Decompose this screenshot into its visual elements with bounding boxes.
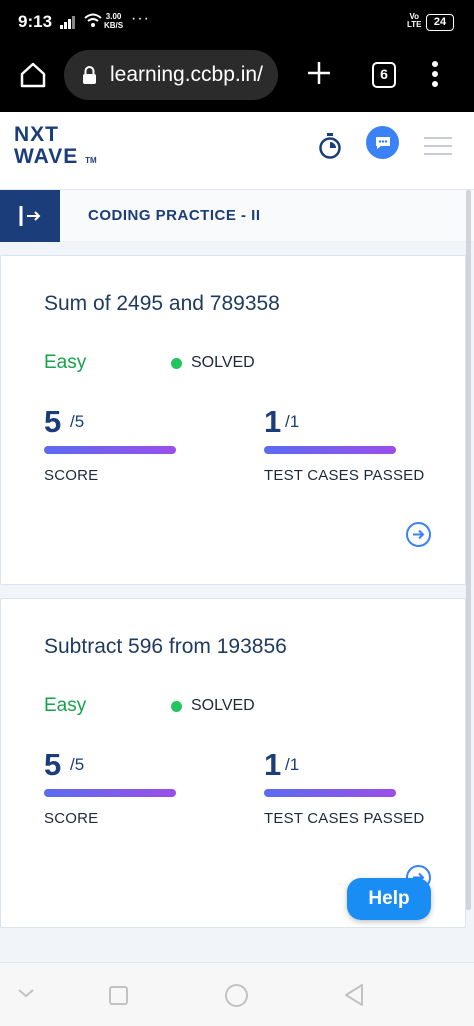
- solved-status-label: SOLVED: [191, 697, 255, 714]
- nav-home-icon[interactable]: [225, 984, 248, 1007]
- lock-icon: [83, 66, 96, 84]
- test-cases-value: 1: [264, 404, 282, 439]
- home-icon[interactable]: [18, 60, 48, 90]
- network-speed: 3.00 KB/S: [104, 12, 123, 30]
- volte-bottom: LTE: [407, 20, 422, 29]
- wifi-icon: [84, 13, 102, 27]
- app-header: NXT WAVE TM: [0, 112, 474, 190]
- test-cases-total: /1: [285, 755, 300, 774]
- test-cases-value: 1: [264, 747, 282, 782]
- test-cases-total: /1: [285, 412, 300, 431]
- logo-line2: WAVE: [14, 145, 79, 168]
- browser-menu-icon[interactable]: [430, 60, 440, 88]
- score-label: SCORE: [44, 467, 99, 484]
- collapse-sidebar-icon: [19, 206, 41, 226]
- score-progress-bar: [44, 789, 176, 797]
- url-text: learning.ccbp.in/: [110, 63, 263, 86]
- scrollbar[interactable]: [466, 190, 471, 910]
- logo-tm: TM: [85, 156, 97, 165]
- hamburger-icon[interactable]: [424, 136, 452, 156]
- help-button[interactable]: Help: [347, 878, 431, 920]
- score-value: 5: [44, 404, 62, 439]
- section-header: CODING PRACTICE - II: [0, 190, 474, 242]
- solved-status-label: SOLVED: [191, 354, 255, 371]
- speed-value: 3.00: [105, 12, 122, 21]
- difficulty-label: Easy: [44, 352, 87, 373]
- difficulty-label: Easy: [44, 695, 87, 716]
- test-cases-label: TEST CASES PASSED: [264, 467, 425, 484]
- test-cases-progress-bar: [264, 789, 396, 797]
- chat-icon[interactable]: [366, 126, 399, 159]
- system-nav-bar: [0, 962, 474, 1026]
- score-total: /5: [70, 755, 85, 774]
- problem-title[interactable]: Sum of 2495 and 789358: [44, 292, 280, 316]
- score-progress-bar: [44, 446, 176, 454]
- stopwatch-icon[interactable]: [318, 132, 342, 160]
- nav-back-icon[interactable]: [343, 983, 365, 1007]
- browser-toolbar: learning.ccbp.in/ 6: [0, 46, 474, 112]
- status-time: 9:13: [18, 12, 53, 31]
- logo-line1: NXT: [14, 123, 59, 146]
- status-bar: 9:13 3.00 KB/S ··· Vo LTE 24: [0, 0, 474, 46]
- score-total: /5: [70, 412, 85, 431]
- problem-card[interactable]: Sum of 2495 and 789358 Easy SOLVED 5 /5 …: [0, 255, 466, 585]
- nav-collapse-icon[interactable]: [17, 987, 35, 999]
- collapse-sidebar-button[interactable]: [0, 190, 60, 242]
- test-cases-label: TEST CASES PASSED: [264, 810, 425, 827]
- battery-icon: 24: [426, 14, 454, 31]
- nav-recents-icon[interactable]: [109, 986, 128, 1005]
- arrow-right-circle-icon: [413, 529, 425, 540]
- more-notifications-icon: ···: [131, 10, 150, 27]
- problem-title[interactable]: Subtract 596 from 193856: [44, 635, 287, 659]
- nxtwave-logo[interactable]: NXT WAVE TM: [14, 124, 97, 172]
- signal-icon: [60, 16, 75, 29]
- solved-status-dot: [171, 701, 182, 712]
- solved-status-dot: [171, 358, 182, 369]
- address-bar[interactable]: learning.ccbp.in/: [64, 50, 278, 100]
- tabs-count-icon[interactable]: 6: [372, 62, 396, 88]
- new-tab-icon[interactable]: [306, 60, 332, 86]
- volte-indicator: Vo LTE: [407, 13, 422, 29]
- section-title: CODING PRACTICE - II: [88, 207, 261, 224]
- score-value: 5: [44, 747, 62, 782]
- test-cases-progress-bar: [264, 446, 396, 454]
- score-label: SCORE: [44, 810, 99, 827]
- speed-unit: KB/S: [104, 21, 124, 30]
- open-problem-button[interactable]: [406, 522, 431, 547]
